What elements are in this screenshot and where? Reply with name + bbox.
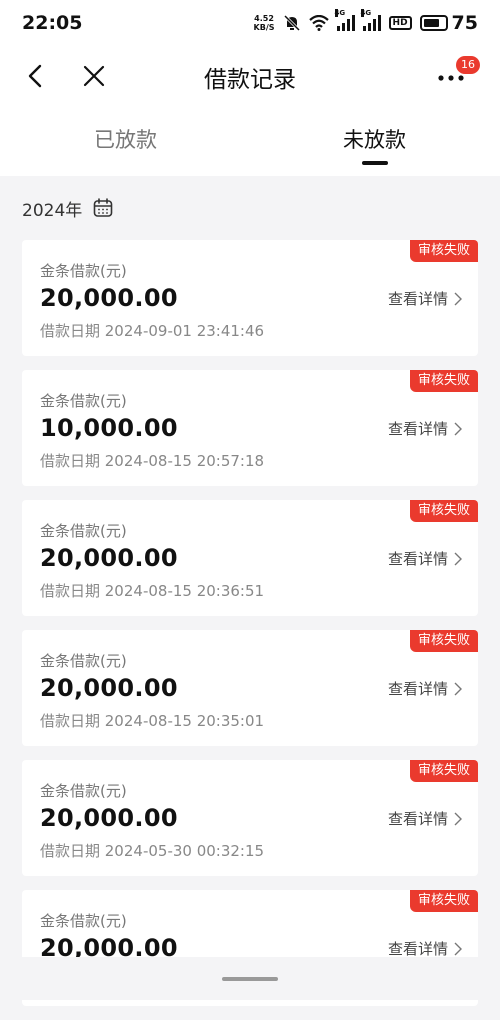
loan-type-label: 金条借款(元): [40, 912, 127, 930]
loan-date: 借款日期 2024-08-15 20:35:01: [40, 712, 265, 730]
status-time: 22:05: [22, 12, 83, 34]
loan-amount: 20,000.00: [40, 544, 178, 572]
status-badge: 审核失败: [409, 500, 478, 522]
more-icon: [438, 75, 464, 81]
net-speed-value: 4.52: [254, 14, 274, 23]
loan-type-label: 金条借款(元): [40, 262, 127, 280]
gesture-bar: [0, 957, 500, 1000]
active-tab-indicator: [362, 161, 388, 165]
loan-record-card[interactable]: 审核失败 金条借款(元) 20,000.00 借款日期 2024-08-15 2…: [22, 630, 478, 746]
view-detail-label: 查看详情: [387, 810, 448, 828]
tab-disbursed[interactable]: 已放款: [94, 124, 157, 154]
loan-date: 借款日期 2024-05-30 00:32:15: [40, 842, 265, 860]
view-detail-label: 查看详情: [387, 550, 448, 568]
year-label: 2024年: [22, 200, 83, 221]
more-button[interactable]: 16: [434, 56, 480, 94]
signal-icon-2: 4G: [360, 9, 381, 31]
view-detail-label: 查看详情: [387, 290, 448, 308]
view-detail-label: 查看详情: [387, 940, 448, 958]
loan-amount: 20,000.00: [40, 284, 178, 312]
loan-amount: 20,000.00: [40, 674, 178, 702]
signal-label-2: 4G: [360, 9, 372, 17]
year-filter: 2024年: [22, 194, 114, 222]
loan-date: 借款日期 2024-08-15 20:57:18: [40, 452, 265, 470]
signal-icon-1: 4G: [334, 9, 355, 31]
battery-level: 75: [451, 12, 478, 34]
view-detail-label: 查看详情: [387, 420, 448, 438]
loan-type-label: 金条借款(元): [40, 522, 127, 540]
status-bar: 22:05 4.52 KB/S 4G 4G HD 75: [0, 0, 500, 48]
view-detail-link[interactable]: 查看详情: [388, 418, 462, 439]
signal-label-1: 4G: [334, 9, 346, 17]
view-detail-link[interactable]: 查看详情: [388, 808, 462, 829]
chevron-right-icon: [454, 422, 462, 435]
tab-not-disbursed[interactable]: 未放款: [343, 124, 406, 154]
battery: 75: [419, 12, 478, 34]
status-badge: 审核失败: [409, 240, 478, 262]
loan-record-card[interactable]: 审核失败 金条借款(元) 20,000.00 借款日期 2024-05-30 0…: [22, 760, 478, 876]
view-detail-link[interactable]: 查看详情: [388, 938, 462, 959]
status-icons: 4.52 KB/S 4G 4G HD 75: [254, 9, 478, 34]
nav-bar: 借款记录 16: [0, 48, 500, 104]
loan-record-card[interactable]: 审核失败 金条借款(元) 10,000.00 借款日期 2024-08-15 2…: [22, 370, 478, 486]
status-badge: 审核失败: [409, 890, 478, 912]
status-badge: 审核失败: [409, 760, 478, 782]
hd-icon: HD: [388, 16, 412, 30]
tab-bar: 已放款 未放款: [0, 104, 500, 176]
loan-record-card[interactable]: 审核失败 金条借款(元) 20,000.00 借款日期 2024-09-01 2…: [22, 240, 478, 356]
chevron-right-icon: [454, 292, 462, 305]
calendar-icon[interactable]: [92, 197, 114, 219]
loan-type-label: 金条借款(元): [40, 652, 127, 670]
home-indicator[interactable]: [222, 977, 278, 981]
chevron-right-icon: [454, 682, 462, 695]
view-detail-label: 查看详情: [387, 680, 448, 698]
net-speed: 4.52 KB/S: [254, 14, 275, 32]
loan-amount: 20,000.00: [40, 804, 178, 832]
chevron-right-icon: [454, 552, 462, 565]
loan-type-label: 金条借款(元): [40, 782, 127, 800]
mute-bell-icon: [283, 14, 300, 32]
battery-icon: [419, 15, 448, 31]
view-detail-link[interactable]: 查看详情: [388, 288, 462, 309]
loan-record-card[interactable]: 审核失败 金条借款(元) 20,000.00 借款日期 2024-08-15 2…: [22, 500, 478, 616]
wifi-icon: [308, 15, 329, 31]
notification-badge: 16: [456, 56, 480, 74]
status-badge: 审核失败: [409, 370, 478, 392]
status-badge: 审核失败: [409, 630, 478, 652]
view-detail-link[interactable]: 查看详情: [388, 678, 462, 699]
chevron-right-icon: [454, 942, 462, 955]
net-speed-unit: KB/S: [253, 23, 275, 32]
page-title: 借款记录: [204, 67, 296, 93]
chevron-right-icon: [454, 812, 462, 825]
view-detail-link[interactable]: 查看详情: [388, 548, 462, 569]
loan-record-list: 审核失败 金条借款(元) 20,000.00 借款日期 2024-09-01 2…: [22, 240, 478, 1020]
loan-date: 借款日期 2024-08-15 20:36:51: [40, 582, 265, 600]
loan-type-label: 金条借款(元): [40, 392, 127, 410]
loan-date: 借款日期 2024-09-01 23:41:46: [40, 322, 265, 340]
loan-amount: 10,000.00: [40, 414, 178, 442]
